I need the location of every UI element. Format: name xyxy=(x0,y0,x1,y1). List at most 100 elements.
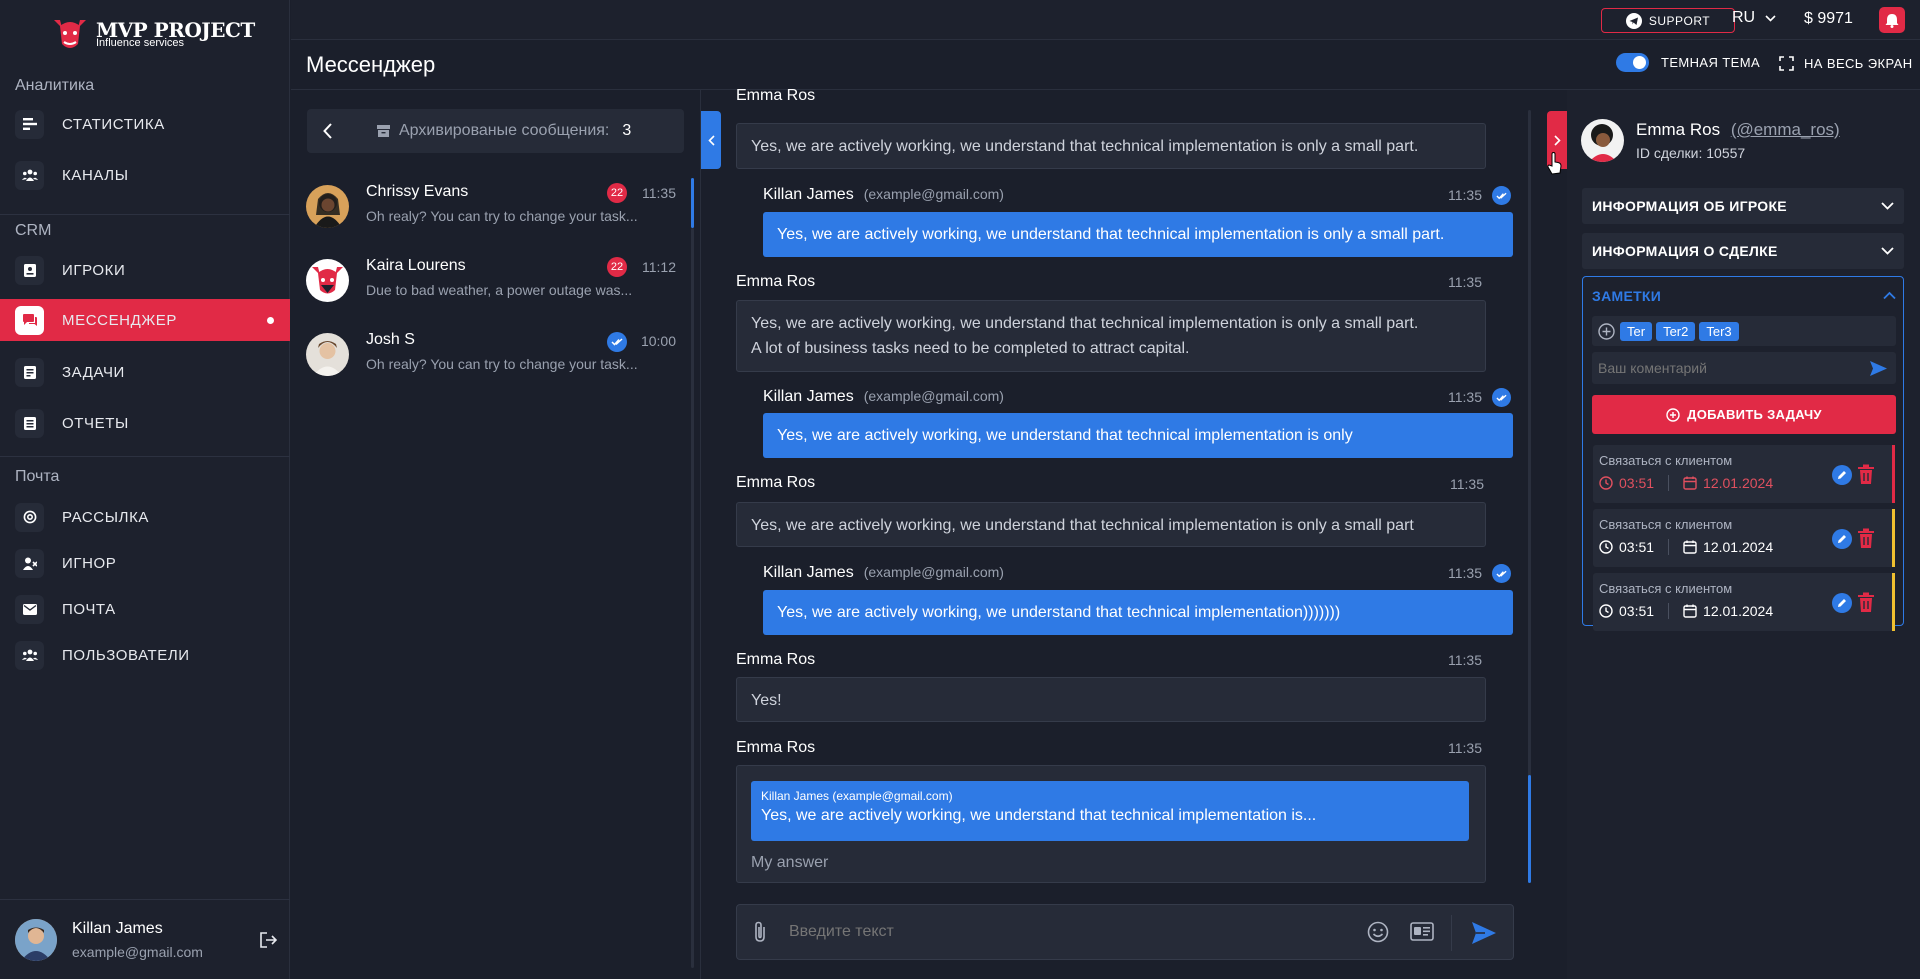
attach-icon[interactable] xyxy=(753,921,767,943)
sidebar-item-tasks[interactable]: ЗАДАЧИ xyxy=(0,351,290,393)
contact-info-panel: Emma Ros (@emma_ros) ID сделки: 10557 ИН… xyxy=(1567,90,1920,979)
comment-input[interactable] xyxy=(1598,357,1858,379)
conversation-item[interactable]: Josh S 10:00 Oh realy? You can try to ch… xyxy=(291,318,691,392)
sidebar-item-ignore[interactable]: ИГНОР xyxy=(0,542,290,584)
sidebar-item-statistics[interactable]: СТАТИСТИКА xyxy=(0,103,290,145)
message-time: 11:35 xyxy=(1450,476,1484,492)
archive-label: Архивированые сообщения: xyxy=(399,122,610,139)
deal-info-accordion[interactable]: ИНФОРМАЦИЯ О СДЕЛКЕ xyxy=(1582,233,1904,269)
notes-panel: ЗАМЕТКИ Ter Ter2 Ter3 ДОБАВИТЬ ЗАДАЧУ Св… xyxy=(1582,276,1904,631)
notifications-button[interactable] xyxy=(1879,7,1905,33)
support-button[interactable]: SUPPORT xyxy=(1601,8,1735,33)
language-select[interactable]: RU xyxy=(1732,9,1776,27)
dark-theme-toggle[interactable]: ТЕМНАЯ ТЕМА xyxy=(1616,53,1760,72)
sidebar-item-reports[interactable]: ОТЧЕТЫ xyxy=(0,402,290,444)
read-check-icon xyxy=(1492,564,1511,583)
logout-icon[interactable] xyxy=(260,932,277,948)
clock-icon xyxy=(1599,476,1613,490)
chevron-down-icon xyxy=(1881,247,1894,255)
sidebar-item-label: СТАТИСТИКА xyxy=(62,115,165,133)
message-line: A lot of business tasks need to be compl… xyxy=(751,340,1190,357)
balance: $ 9971 xyxy=(1804,10,1853,27)
trash-icon[interactable] xyxy=(1858,528,1874,548)
notes-header[interactable]: ЗАМЕТКИ xyxy=(1592,288,1896,306)
send-comment-icon[interactable] xyxy=(1869,360,1888,377)
send-icon[interactable] xyxy=(1471,921,1497,945)
clock-icon xyxy=(1599,540,1613,554)
task-card[interactable]: Связаться с клиентом 03:51 12.01.2024 xyxy=(1593,445,1895,503)
message-author: Emma Ros xyxy=(736,273,816,290)
message-sender: Killan James (example@gmail.com) xyxy=(763,186,1004,204)
accordion-title: ИНФОРМАЦИЯ ОБ ИГРОКЕ xyxy=(1592,198,1787,214)
tag-chip[interactable]: Ter xyxy=(1620,321,1653,341)
current-user: Killan James example@gmail.com xyxy=(0,899,290,979)
task-title: Связаться с клиентом xyxy=(1599,581,1733,596)
edit-icon[interactable] xyxy=(1832,529,1852,549)
message-bubble-with-quote: Killan James (example@gmail.com) Yes, we… xyxy=(736,765,1486,883)
back-icon[interactable] xyxy=(323,123,333,139)
message-input[interactable] xyxy=(789,917,1289,947)
composer-divider xyxy=(1451,915,1452,951)
tag-chip[interactable]: Ter3 xyxy=(1699,321,1739,341)
task-card[interactable]: Связаться с клиентом 03:51 12.01.2024 xyxy=(1593,509,1895,567)
conversation-name: Josh S xyxy=(366,331,415,348)
message-bubble-outgoing: Yes, we are actively working, we underst… xyxy=(763,590,1513,635)
sidebar-item-label: КАНАЛЫ xyxy=(62,166,129,184)
sender-email: (example@gmail.com) xyxy=(863,564,1004,580)
trash-icon[interactable] xyxy=(1858,592,1874,612)
conversation-scrollbar[interactable] xyxy=(691,178,694,228)
conversation-item[interactable]: Kaira Lourens 22 11:12 Due to bad weathe… xyxy=(291,244,691,318)
divider xyxy=(0,456,290,457)
accordion-title: ИНФОРМАЦИЯ О СДЕЛКЕ xyxy=(1592,243,1778,259)
template-icon[interactable] xyxy=(1410,922,1434,941)
fullscreen-icon xyxy=(1779,56,1794,71)
user-block-icon xyxy=(15,548,44,578)
read-check-icon xyxy=(1492,388,1511,407)
users-icon xyxy=(15,640,44,670)
archive-count: 3 xyxy=(622,122,632,139)
chevron-right-icon xyxy=(1553,134,1561,146)
language-value: RU xyxy=(1732,9,1756,26)
sidebar-item-label: МЕССЕНДЖЕР xyxy=(62,311,178,329)
emoji-icon[interactable] xyxy=(1367,921,1389,943)
edit-icon[interactable] xyxy=(1832,465,1852,485)
section-crm: CRM xyxy=(15,222,52,239)
chevron-down-icon xyxy=(1881,202,1894,210)
fullscreen-button[interactable]: НА ВЕСЬ ЭКРАН xyxy=(1779,56,1913,71)
avatar xyxy=(306,259,349,302)
sidebar-item-mail[interactable]: ПОЧТА xyxy=(0,588,290,630)
priority-bar xyxy=(1892,509,1895,567)
sidebar-item-mailing[interactable]: РАССЫЛКА xyxy=(0,496,290,538)
avatar[interactable] xyxy=(15,918,57,961)
conversation-item[interactable]: Chrissy Evans 22 11:35 Oh realy? You can… xyxy=(291,170,691,244)
task-meta: 03:51 12.01.2024 xyxy=(1599,603,1773,619)
player-info-accordion[interactable]: ИНФОРМАЦИЯ ОБ ИГРОКЕ xyxy=(1582,188,1904,224)
brand-logo[interactable]: MVP PROJECT Influence services xyxy=(50,14,255,54)
message-time: 11:35 xyxy=(1448,740,1482,756)
trash-icon[interactable] xyxy=(1858,464,1874,484)
task-meta: 03:51 12.01.2024 xyxy=(1599,539,1773,555)
chat-scrollbar[interactable] xyxy=(1528,775,1531,883)
tag-chip[interactable]: Ter2 xyxy=(1656,321,1696,341)
add-task-button[interactable]: ДОБАВИТЬ ЗАДАЧУ xyxy=(1592,395,1896,434)
sidebar-item-label: ЗАДАЧИ xyxy=(62,363,125,381)
sidebar-item-messenger[interactable]: МЕССЕНДЖЕР xyxy=(0,299,290,341)
sidebar-item-players[interactable]: ИГРОКИ xyxy=(0,249,290,291)
edit-icon[interactable] xyxy=(1832,593,1852,613)
priority-bar xyxy=(1892,573,1895,631)
task-card[interactable]: Связаться с клиентом 03:51 12.01.2024 xyxy=(1593,573,1895,631)
message-author: Emma Ros xyxy=(736,87,816,104)
report-icon xyxy=(15,408,44,438)
add-tag-icon[interactable] xyxy=(1598,322,1615,340)
archive-bar[interactable]: Архивированые сообщения: 3 xyxy=(307,109,684,153)
quoted-message[interactable]: Killan James (example@gmail.com) Yes, we… xyxy=(751,781,1469,841)
sidebar-item-users[interactable]: ПОЛЬЗОВАТЕЛИ xyxy=(0,634,290,676)
read-check-icon xyxy=(1492,186,1511,205)
cursor-pointer-icon xyxy=(1547,152,1563,176)
contact-handle[interactable]: (@emma_ros) xyxy=(1731,120,1840,139)
comment-field xyxy=(1592,352,1896,384)
sender-email: (example@gmail.com) xyxy=(863,388,1004,404)
sidebar-item-label: ИГНОР xyxy=(62,554,117,572)
sidebar-item-channels[interactable]: КАНАЛЫ xyxy=(0,154,290,196)
avatar xyxy=(306,333,349,376)
